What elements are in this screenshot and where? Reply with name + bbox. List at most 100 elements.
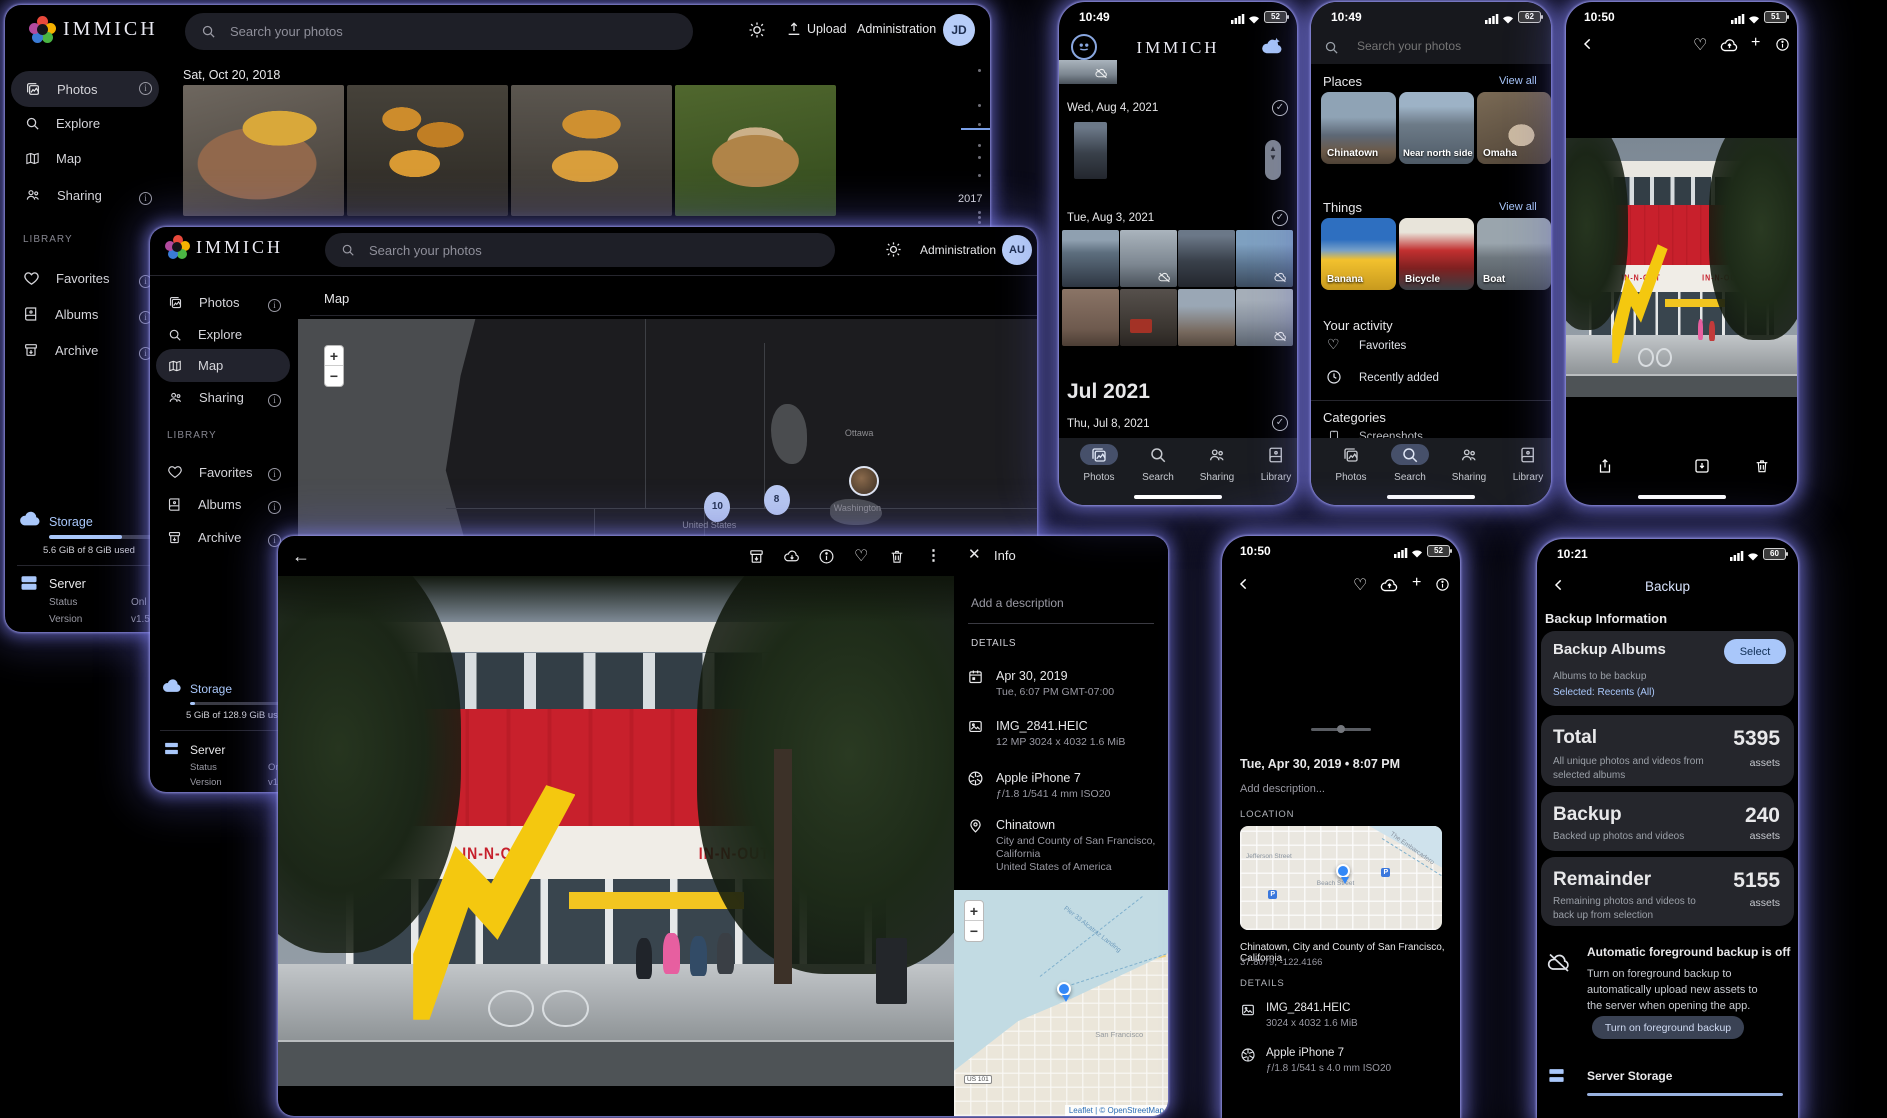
favorite-heart-icon[interactable]: ♡ xyxy=(1693,35,1707,55)
photo-thumbnail[interactable] xyxy=(1178,289,1235,346)
location-map[interactable]: Pier 33 Alcatraz Landing San Francisco U… xyxy=(954,890,1168,1116)
sidebar-item-archive[interactable]: Archive xyxy=(23,342,98,358)
download-box-icon[interactable] xyxy=(1693,457,1711,480)
select-check-icon[interactable]: ✓ xyxy=(1272,415,1288,431)
zoom-out-button[interactable]: − xyxy=(325,366,343,386)
map-attribution[interactable]: Leaflet | © OpenStreetMap xyxy=(1065,1105,1168,1116)
info-icon[interactable]: i xyxy=(139,82,152,95)
backup-cloud-icon[interactable] xyxy=(1261,36,1283,61)
sidebar-item-favorites[interactable]: Favorites xyxy=(167,464,252,480)
photo-thumbnail[interactable] xyxy=(347,85,508,216)
search-input[interactable] xyxy=(228,23,656,40)
trash-icon[interactable] xyxy=(889,548,905,570)
add-plus-icon[interactable]: + xyxy=(1412,574,1421,592)
photo-thumbnail[interactable] xyxy=(1236,289,1293,346)
favorite-heart-icon[interactable]: ♡ xyxy=(1353,575,1367,595)
add-plus-icon[interactable]: + xyxy=(1751,34,1760,52)
info-icon[interactable]: i xyxy=(139,192,152,205)
theme-toggle-sun-icon[interactable] xyxy=(885,241,902,263)
place-card[interactable]: Near north side xyxy=(1399,92,1474,164)
upload-cloud-icon[interactable] xyxy=(1720,37,1739,58)
sidebar-item-albums[interactable]: Albums xyxy=(167,497,241,512)
zoom-in-button[interactable]: + xyxy=(965,901,983,921)
nav-search[interactable]: Search xyxy=(1129,438,1187,483)
sidebar-item-albums[interactable]: Albums xyxy=(23,306,98,322)
back-chevron-icon[interactable] xyxy=(1580,36,1596,57)
photo-thumbnail[interactable] xyxy=(1062,289,1119,346)
upload-cloud-icon[interactable] xyxy=(1380,577,1399,598)
close-icon[interactable]: ✕ xyxy=(968,545,981,563)
select-check-icon[interactable]: ✓ xyxy=(1272,210,1288,226)
search-input[interactable] xyxy=(1355,38,1525,54)
photo-innout-small[interactable]: IN-N-OUTIN-N-OUT xyxy=(1566,138,1797,397)
info-icon[interactable]: i xyxy=(268,501,281,514)
favorite-heart-icon[interactable]: ♡ xyxy=(854,546,868,566)
download-cloud-icon[interactable] xyxy=(783,548,801,570)
thing-card[interactable]: Banana xyxy=(1321,218,1396,290)
sidebar-item-favorites[interactable]: Favorites xyxy=(23,270,109,287)
back-chevron-icon[interactable] xyxy=(1236,576,1252,597)
zoom-in-button[interactable]: + xyxy=(325,346,343,366)
add-description-field[interactable]: Add description... xyxy=(1240,783,1325,795)
info-icon[interactable] xyxy=(1775,37,1790,57)
sidebar-item-explore[interactable]: Explore xyxy=(168,327,242,342)
user-avatar[interactable]: AU xyxy=(1002,235,1032,265)
info-icon[interactable] xyxy=(1435,577,1450,597)
sidebar-item-photos[interactable]: Photos xyxy=(168,295,239,310)
photo-innout-large[interactable]: IN-N-OUTIN-N-OUT xyxy=(278,576,954,1086)
photo-thumbnail[interactable] xyxy=(183,85,344,216)
map-photo-marker[interactable] xyxy=(849,466,879,496)
sidebar-item-map-active[interactable]: Map xyxy=(156,349,290,382)
theme-toggle-sun-icon[interactable] xyxy=(748,21,766,44)
map-zoom-control[interactable]: + − xyxy=(324,345,344,387)
administration-link[interactable]: Administration xyxy=(857,22,936,36)
search-bar[interactable] xyxy=(185,13,693,50)
activity-recently-added[interactable]: Recently added xyxy=(1359,372,1439,384)
info-icon[interactable]: i xyxy=(268,394,281,407)
zoom-out-button[interactable]: − xyxy=(965,921,983,941)
nav-library[interactable]: Library xyxy=(1247,438,1297,483)
thing-card[interactable]: Bicycle xyxy=(1399,218,1474,290)
nav-search[interactable]: Search xyxy=(1381,438,1439,483)
add-description-field[interactable]: Add a description xyxy=(971,596,1064,610)
place-card[interactable]: Omaha xyxy=(1477,92,1551,164)
administration-link[interactable]: Administration xyxy=(920,243,996,257)
photo-thumbnail[interactable] xyxy=(1120,230,1177,287)
select-albums-button[interactable]: Select xyxy=(1724,639,1786,664)
sidebar-item-photos[interactable]: Photos i xyxy=(11,71,159,107)
search-bar[interactable] xyxy=(325,233,835,267)
archive-action-icon[interactable] xyxy=(748,548,765,570)
more-options-kebab-icon[interactable]: ⋮ xyxy=(926,546,941,564)
photo-thumbnail[interactable] xyxy=(1074,122,1107,179)
photo-thumbnail[interactable] xyxy=(1178,230,1235,287)
upload-button[interactable]: Upload xyxy=(807,22,847,36)
photo-thumbnail[interactable] xyxy=(1059,60,1117,84)
user-avatar[interactable]: JD xyxy=(943,14,975,46)
thing-card[interactable]: Boat xyxy=(1477,218,1551,290)
things-view-all-link[interactable]: View all xyxy=(1499,201,1537,213)
map-cluster-marker[interactable]: 10 xyxy=(704,492,730,522)
nav-sharing[interactable]: Sharing xyxy=(1188,438,1246,483)
location-map[interactable]: The Embarcadero Jefferson Street Beach S… xyxy=(1240,826,1442,930)
place-card[interactable]: Chinatown xyxy=(1321,92,1396,164)
search-input[interactable] xyxy=(367,242,797,259)
share-icon[interactable] xyxy=(1596,457,1614,480)
nav-sharing[interactable]: Sharing xyxy=(1440,438,1498,483)
select-check-icon[interactable]: ✓ xyxy=(1272,100,1288,116)
turn-on-foreground-backup-button[interactable]: Turn on foreground backup xyxy=(1592,1016,1744,1039)
nav-photos[interactable]: Photos xyxy=(1322,438,1380,483)
photo-thumbnail[interactable] xyxy=(1236,230,1293,287)
sidebar-item-map[interactable]: Map xyxy=(25,151,81,166)
info-action-icon[interactable] xyxy=(818,548,835,570)
photo-thumbnail[interactable] xyxy=(1062,230,1119,287)
sidebar-item-sharing[interactable]: Sharing xyxy=(168,390,244,405)
nav-photos[interactable]: Photos xyxy=(1070,438,1128,483)
trash-icon[interactable] xyxy=(1754,457,1770,480)
back-arrow-icon[interactable]: ← xyxy=(292,546,310,567)
upload-icon[interactable] xyxy=(786,21,802,42)
photo-thumbnail[interactable] xyxy=(511,85,672,216)
photo-thumbnail[interactable] xyxy=(675,85,836,216)
map-zoom-control[interactable]: + − xyxy=(964,900,984,942)
info-icon[interactable]: i xyxy=(268,299,281,312)
map-cluster-marker[interactable]: 8 xyxy=(764,485,790,515)
